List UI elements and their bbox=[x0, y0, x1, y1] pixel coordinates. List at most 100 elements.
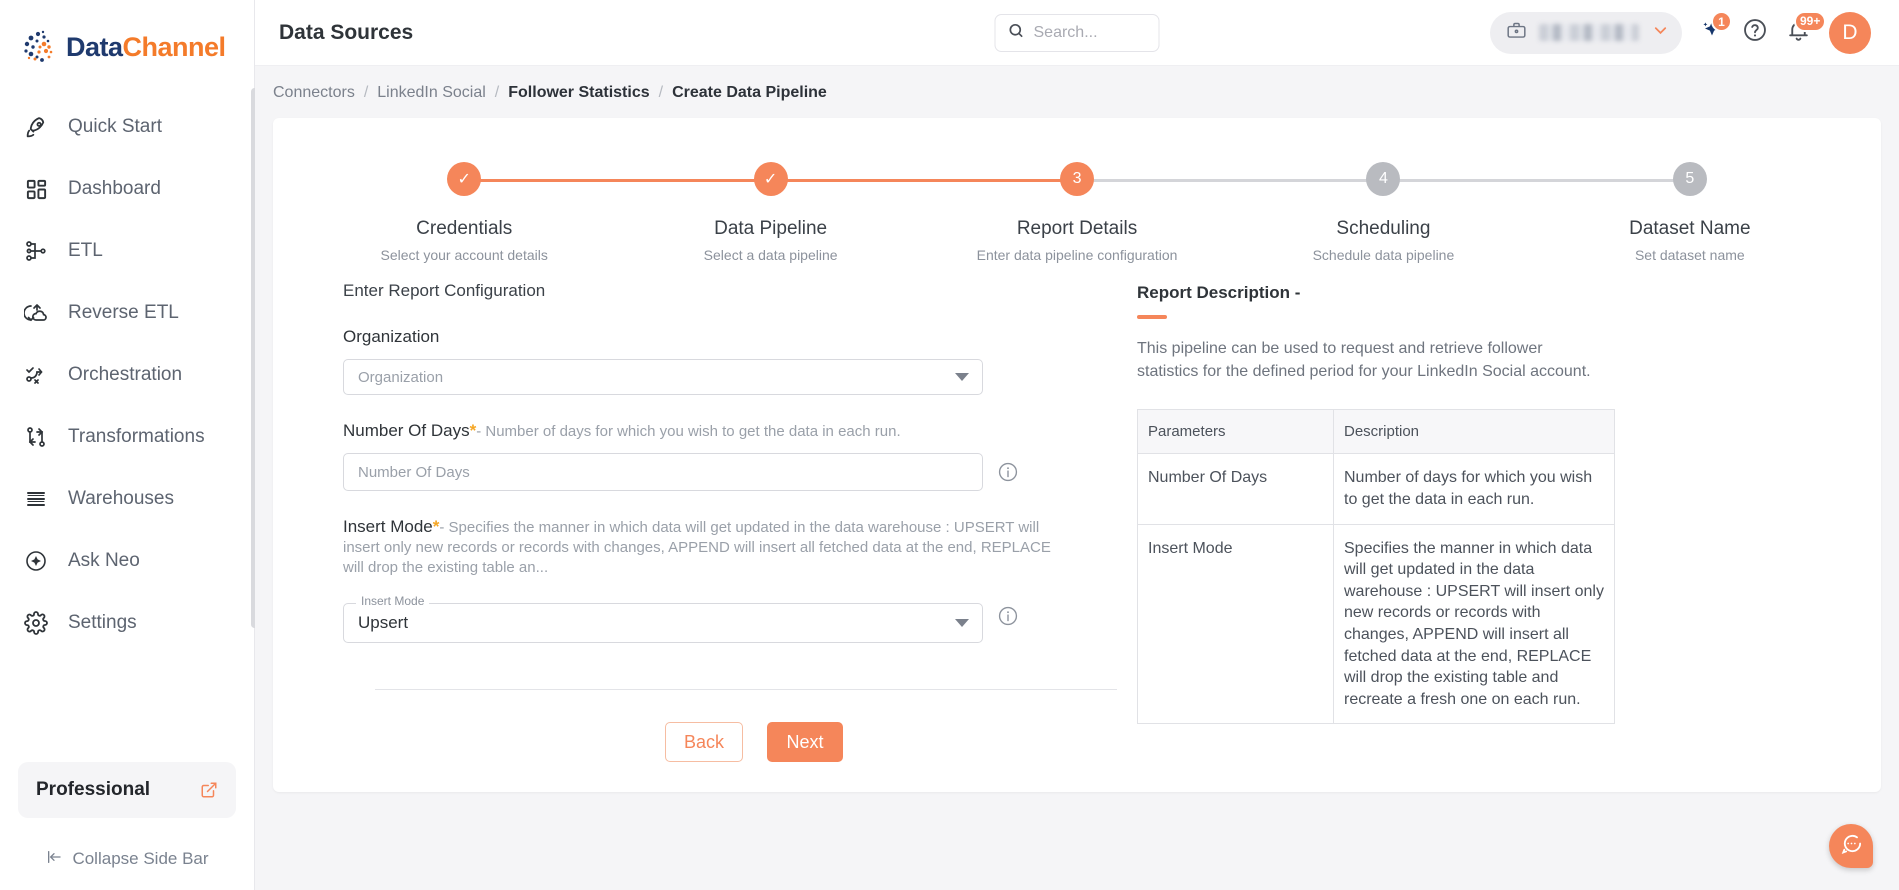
breadcrumb: Connectors / LinkedIn Social / Follower … bbox=[255, 66, 1899, 118]
plan-card[interactable]: Professional bbox=[18, 762, 236, 818]
sidebar-item-settings[interactable]: Settings bbox=[0, 592, 254, 654]
main-area: Data Sources Search... 1 99+ D Connector… bbox=[255, 0, 1899, 890]
chat-support-button[interactable] bbox=[1829, 824, 1873, 868]
report-description-rule bbox=[1137, 315, 1167, 319]
sidebar-item-warehouses[interactable]: Warehouses bbox=[0, 468, 254, 530]
chevron-down-icon bbox=[955, 619, 969, 627]
pipeline-wizard-card: ✓ Credentials Select your account detail… bbox=[273, 118, 1881, 792]
reverse-etl-icon bbox=[22, 299, 50, 327]
wizard-actions: Back Next bbox=[343, 722, 1133, 762]
topbar: Data Sources Search... 1 99+ D bbox=[255, 0, 1899, 66]
step-subtitle: Select your account details bbox=[380, 247, 548, 263]
sidebar-item-quick-start[interactable]: Quick Start bbox=[0, 96, 254, 158]
app-logo[interactable]: DataChannel bbox=[0, 0, 254, 86]
step-subtitle: Set dataset name bbox=[1634, 247, 1745, 263]
page-title: Data Sources bbox=[279, 20, 414, 44]
chat-bubble-icon bbox=[1840, 832, 1863, 860]
insert-mode-value: Upsert bbox=[358, 613, 409, 632]
sidebar-item-label: Orchestration bbox=[68, 364, 183, 385]
step-title: Dataset Name bbox=[1629, 218, 1751, 239]
breadcrumb-item-linkedin-social[interactable]: LinkedIn Social bbox=[377, 84, 486, 102]
report-description-panel: Report Description - This pipeline can b… bbox=[1137, 281, 1843, 762]
parameters-table: Parameters Description Number Of Days Nu… bbox=[1137, 409, 1615, 725]
number-of-days-input[interactable]: Number Of Days bbox=[343, 453, 983, 491]
organization-field: Organization Organization bbox=[343, 327, 1071, 395]
sidebar-item-dashboard[interactable]: Dashboard bbox=[0, 158, 254, 220]
organization-label: Organization bbox=[343, 327, 440, 346]
sparkle-circle-icon bbox=[22, 547, 50, 575]
breadcrumb-item-connectors[interactable]: Connectors bbox=[273, 84, 355, 102]
step-credentials[interactable]: ✓ Credentials Select your account detail… bbox=[311, 162, 771, 263]
number-of-days-placeholder: Number Of Days bbox=[358, 463, 470, 481]
sidebar-item-label: Ask Neo bbox=[68, 550, 140, 571]
avatar-initial: D bbox=[1842, 20, 1858, 44]
step-connector bbox=[1077, 179, 1384, 182]
step-circle: 3 bbox=[1060, 162, 1095, 196]
step-title: Report Details bbox=[1016, 218, 1138, 239]
table-header-description: Description bbox=[1333, 409, 1615, 455]
step-connector bbox=[1383, 179, 1690, 182]
insert-mode-hint: - Specifies the manner in which data wil… bbox=[343, 519, 1051, 576]
organization-select-value: Organization bbox=[358, 368, 444, 386]
step-scheduling[interactable]: 4 Scheduling Schedule data pipeline bbox=[1230, 162, 1690, 263]
breadcrumb-separator: / bbox=[363, 84, 369, 101]
sidebar-item-orchestration[interactable]: Orchestration bbox=[0, 344, 254, 406]
topbar-actions: 1 99+ D bbox=[1490, 10, 1871, 54]
step-report-details[interactable]: 3 Report Details Enter data pipeline con… bbox=[924, 162, 1384, 263]
search-input[interactable]: Search... bbox=[994, 13, 1160, 52]
table-cell-description: Number of days for which you wish to get… bbox=[1333, 453, 1615, 525]
step-subtitle: Enter data pipeline configuration bbox=[976, 247, 1178, 263]
table-cell-parameter: Insert Mode bbox=[1137, 523, 1334, 725]
rocket-icon bbox=[22, 113, 50, 141]
report-configuration-form: Enter Report Configuration Organization … bbox=[311, 281, 1117, 762]
briefcase-icon bbox=[1506, 20, 1527, 46]
organization-select[interactable]: Organization bbox=[343, 359, 983, 395]
sidebar-item-reverse-etl[interactable]: Reverse ETL bbox=[0, 282, 254, 344]
insert-mode-select[interactable]: Upsert bbox=[343, 603, 983, 643]
step-subtitle: Schedule data pipeline bbox=[1312, 247, 1455, 263]
grid-icon bbox=[22, 175, 50, 203]
collapse-sidebar-button[interactable]: Collapse Side Bar bbox=[0, 828, 254, 890]
sidebar-item-ask-neo[interactable]: Ask Neo bbox=[0, 530, 254, 592]
step-circle: ✓ bbox=[447, 162, 482, 196]
external-link-icon[interactable] bbox=[200, 781, 218, 799]
step-dataset-name[interactable]: 5 Dataset Name Set dataset name bbox=[1537, 162, 1843, 263]
table-header-row: Parameters Description bbox=[1137, 409, 1615, 455]
sidebar-nav: Quick Start Dashboard ETL Reverse ETL Or… bbox=[0, 96, 254, 762]
sidebar-item-etl[interactable]: ETL bbox=[0, 220, 254, 282]
search-icon bbox=[1008, 22, 1025, 44]
info-icon[interactable] bbox=[997, 461, 1019, 483]
breadcrumb-item-create-data-pipeline: Create Data Pipeline bbox=[672, 84, 827, 101]
sidebar-item-label: Settings bbox=[68, 612, 137, 633]
back-button[interactable]: Back bbox=[664, 722, 744, 762]
datachannel-logo-icon bbox=[18, 26, 60, 68]
table-row: Number Of Days Number of days for which … bbox=[1137, 453, 1615, 525]
chevron-down-icon[interactable] bbox=[1651, 21, 1670, 45]
number-of-days-hint: - Number of days for which you wish to g… bbox=[476, 423, 901, 440]
insert-mode-label: Insert Mode*- Specifies the manner in wh… bbox=[343, 517, 1071, 577]
avatar[interactable]: D bbox=[1829, 11, 1871, 54]
ai-badge: 1 bbox=[1711, 11, 1732, 32]
sidebar-item-label: Quick Start bbox=[68, 116, 162, 137]
notifications-button[interactable]: 99+ bbox=[1786, 10, 1827, 48]
info-icon[interactable] bbox=[997, 605, 1019, 627]
workspace-name bbox=[1539, 24, 1639, 41]
number-of-days-label-text: Number Of Days bbox=[343, 421, 470, 440]
workspace-selector[interactable] bbox=[1490, 11, 1682, 54]
insert-mode-select-wrap: Insert Mode Upsert bbox=[343, 594, 983, 643]
insert-mode-field: Insert Mode*- Specifies the manner in wh… bbox=[343, 517, 1071, 643]
step-title: Credentials bbox=[416, 218, 513, 239]
form-divider bbox=[375, 689, 1117, 690]
sidebar-item-transformations[interactable]: Transformations bbox=[0, 406, 254, 468]
next-button[interactable]: Next bbox=[767, 722, 844, 762]
logo-text-data: Data bbox=[66, 31, 123, 62]
report-description-text: This pipeline can be used to request and… bbox=[1137, 340, 1591, 381]
search-placeholder: Search... bbox=[1033, 23, 1098, 41]
help-button[interactable] bbox=[1742, 17, 1768, 48]
step-data-pipeline[interactable]: ✓ Data Pipeline Select a data pipeline bbox=[617, 162, 1078, 263]
report-description-title: Report Description - bbox=[1137, 283, 1301, 302]
ai-assistant-button[interactable]: 1 bbox=[1700, 11, 1732, 47]
sidebar-item-label: Dashboard bbox=[68, 178, 161, 199]
breadcrumb-item-follower-statistics[interactable]: Follower Statistics bbox=[508, 84, 649, 102]
form-section-title: Enter Report Configuration bbox=[343, 281, 546, 300]
